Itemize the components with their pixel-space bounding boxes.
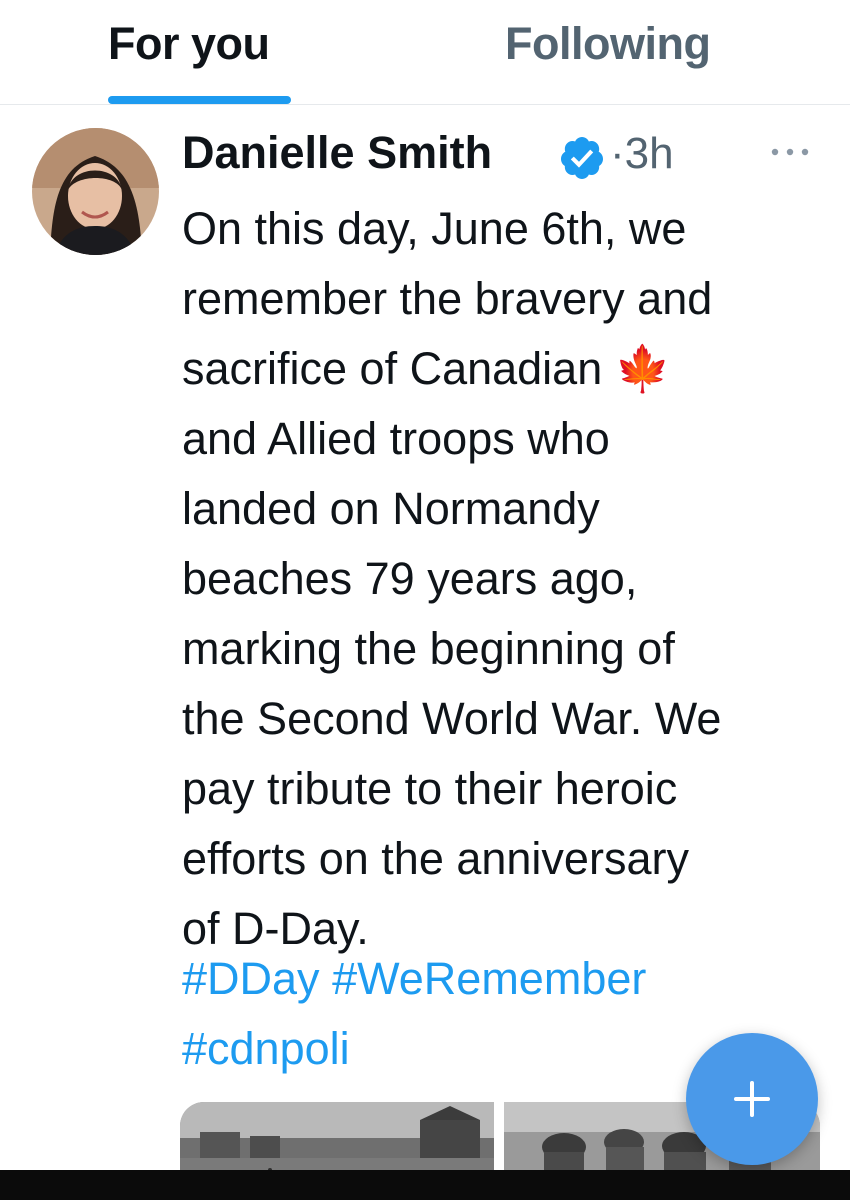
hashtag-dday[interactable]: #DDay (182, 953, 320, 1004)
avatar-photo (32, 128, 159, 255)
hashtag-cdnpoli[interactable]: #cdnpoli (182, 1023, 350, 1074)
tab-for-you[interactable]: For you (108, 18, 270, 70)
author-name[interactable]: Danielle Smith (182, 127, 492, 179)
tweet-text: On this day, June 6th, we remember the b… (182, 203, 722, 954)
avatar[interactable] (32, 128, 159, 255)
compose-button[interactable] (686, 1033, 818, 1165)
verified-badge-icon (560, 137, 603, 179)
bottom-bar-edge (0, 1170, 850, 1200)
hashtag-weremember[interactable]: #WeRemember (332, 953, 646, 1004)
tab-following[interactable]: Following (505, 18, 711, 70)
more-options-icon[interactable] (765, 140, 815, 164)
timeline-tabs: For you Following (0, 0, 850, 105)
plus-icon (734, 1081, 770, 1117)
active-tab-indicator (108, 96, 291, 104)
tweet-timestamp[interactable]: ·3h (610, 129, 674, 179)
